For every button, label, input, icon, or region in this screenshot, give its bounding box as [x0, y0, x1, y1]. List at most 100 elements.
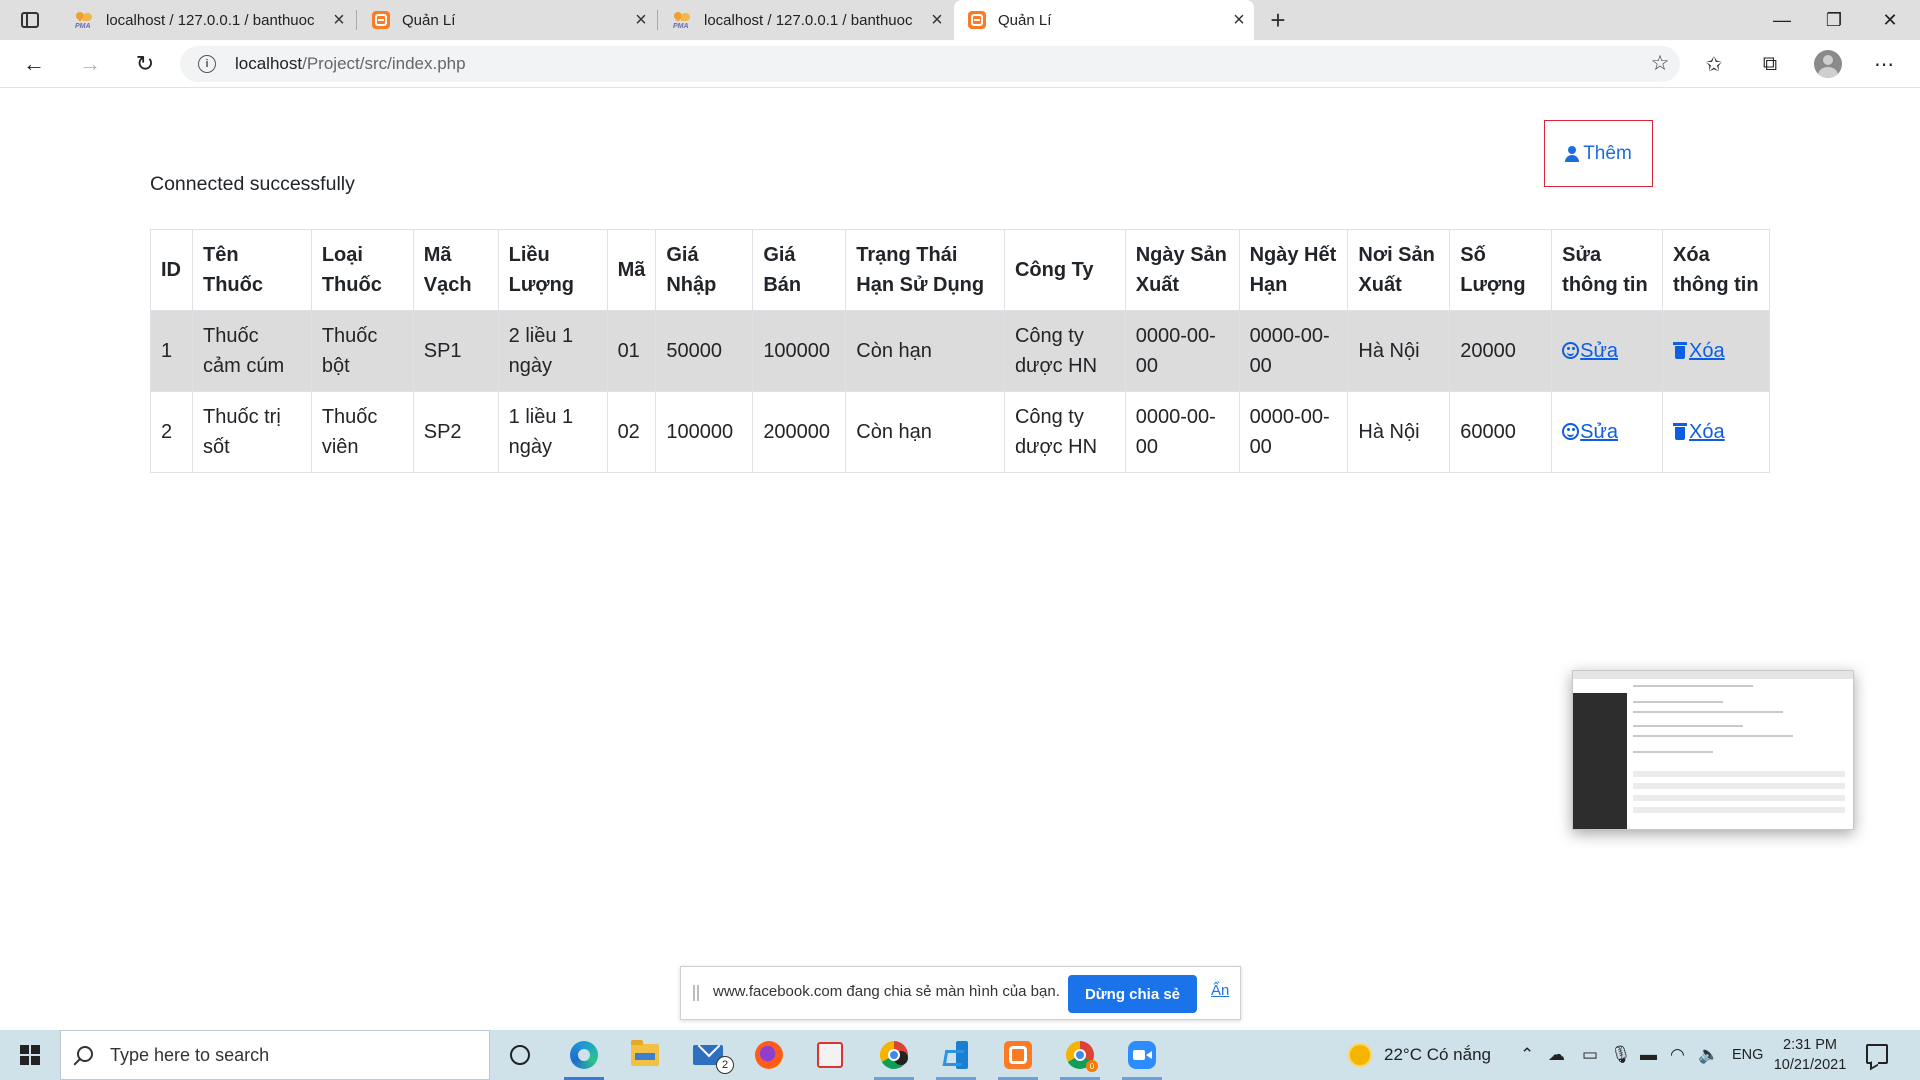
drag-handle-icon[interactable] [693, 985, 699, 1001]
tab-phpmyadmin-1[interactable]: PMA localhost / 127.0.0.1 / banthuoc × [60, 0, 354, 40]
header-ngay-san-xuat: Ngày Sản Xuất [1124, 229, 1240, 311]
search-icon [77, 1046, 93, 1062]
cell-loai-thuoc: Thuốc bột [310, 310, 414, 392]
device-tray[interactable]: ▭ [1582, 1030, 1598, 1080]
drug-table: ID Tên Thuốc Loại Thuốc Mã Vạch Liều Lượ… [150, 229, 1770, 473]
preview-line [1633, 685, 1753, 687]
taskbar-chrome-profile[interactable] [866, 1030, 922, 1080]
preview-row [1633, 771, 1845, 777]
connection-status: Connected successfully [150, 173, 355, 195]
cortana-icon [510, 1045, 530, 1065]
edit-link[interactable]: Sửa [1562, 340, 1618, 362]
site-info-icon[interactable]: i [198, 55, 216, 73]
microphone-icon: 🎙 [1610, 1045, 1632, 1064]
refresh-button[interactable]: ↻ [127, 48, 163, 80]
speaker-icon: 🔈 [1698, 1045, 1720, 1064]
weather-widget[interactable]: 22°C Có nắng [1350, 1030, 1491, 1080]
tab-actions-button[interactable] [10, 7, 50, 33]
stop-sharing-button[interactable]: Dừng chia sẻ [1068, 975, 1197, 1013]
cell-ngay-het-han: 0000-00-00 [1238, 310, 1349, 392]
taskbar-firefox[interactable] [741, 1030, 797, 1080]
show-hidden-icons[interactable]: ⌃ [1520, 1030, 1534, 1080]
new-tab-button[interactable]: + [1262, 4, 1294, 36]
battery-tray[interactable]: ▬ [1640, 1030, 1657, 1080]
header-id: ID [150, 229, 193, 311]
share-message: www.facebook.com đang chia sẻ màn hình c… [713, 983, 1060, 1000]
table-row: 2 Thuốc trị sốt Thuốc viên SP2 1 liều 1 … [150, 391, 1770, 473]
header-ngay-het-han: Ngày Hết Hạn [1238, 229, 1349, 311]
tab-quan-li-1[interactable]: Quản Lí × [358, 0, 656, 40]
collections-button[interactable]: ⧉ [1750, 48, 1790, 80]
close-icon[interactable]: × [1224, 9, 1254, 32]
taskbar-chrome[interactable]: 0 [1052, 1030, 1108, 1080]
start-button[interactable] [0, 1030, 60, 1080]
taskbar-tool-app[interactable] [802, 1030, 858, 1080]
cell-ten-thuoc: Thuốc cảm cúm [191, 310, 312, 392]
tab-title: localhost / 127.0.0.1 / banthuoc [106, 11, 315, 29]
cortana-button[interactable] [492, 1030, 548, 1080]
header-loai-thuoc: Loại Thuốc [310, 229, 414, 311]
cell-noi-san-xuat: Hà Nội [1347, 310, 1451, 392]
profile-avatar[interactable] [1814, 50, 1842, 78]
delete-label: Xóa [1689, 340, 1725, 362]
delete-link[interactable]: Xóa [1673, 421, 1725, 443]
cell-cong-ty: Công ty dược HN [1003, 391, 1126, 473]
wifi-tray[interactable]: ◠ [1670, 1030, 1685, 1080]
smile-icon [1562, 342, 1580, 359]
cell-cong-ty: Công ty dược HN [1003, 310, 1126, 392]
add-button[interactable]: Thêm [1544, 120, 1653, 187]
taskbar-file-explorer[interactable] [617, 1030, 673, 1080]
address-bar[interactable]: i localhost/Project/src/index.php ☆ [180, 46, 1680, 82]
back-button[interactable]: ← [16, 48, 52, 80]
restore-button[interactable]: ❐ [1804, 0, 1864, 40]
cell-gia-nhap: 50000 [655, 310, 754, 392]
forward-button[interactable]: → [72, 48, 108, 80]
add-favorite-icon[interactable]: ☆ [1648, 52, 1672, 76]
header-ma-vach: Mã Vạch [412, 229, 499, 311]
search-placeholder: Type here to search [110, 1045, 270, 1065]
notification-icon[interactable] [1866, 1044, 1888, 1064]
taskbar-mail[interactable]: 2 [680, 1030, 736, 1080]
taskbar-zoom[interactable] [1114, 1030, 1170, 1080]
settings-menu-button[interactable]: ⋯ [1864, 48, 1904, 80]
system-clock[interactable]: 2:31 PM 10/21/2021 [1764, 1035, 1856, 1075]
edit-label: Sửa [1580, 421, 1619, 443]
cloud-icon: ☁ [1548, 1045, 1565, 1064]
cell-ngay-san-xuat: 0000-00-00 [1124, 310, 1240, 392]
cell-ngay-het-han: 0000-00-00 [1238, 391, 1349, 473]
window-close-button[interactable]: ✕ [1860, 0, 1920, 40]
close-icon[interactable]: × [324, 9, 354, 32]
preview-line [1633, 751, 1713, 753]
tool-app-icon [817, 1042, 843, 1068]
delete-link[interactable]: Xóa [1673, 340, 1725, 362]
cell-lieu-luong: 2 liều 1 ngày [497, 310, 608, 392]
phpmyadmin-icon: PMA [672, 10, 692, 30]
minimize-button[interactable]: — [1752, 0, 1812, 40]
language-indicator[interactable]: ENG [1732, 1030, 1763, 1080]
preview-sidebar [1573, 693, 1627, 829]
taskbar-vscode[interactable] [928, 1030, 984, 1080]
cell-gia-nhap: 100000 [655, 391, 754, 473]
header-lieu-luong: Liều Lượng [497, 229, 608, 311]
taskbar-xampp[interactable] [990, 1030, 1046, 1080]
screen-share-preview[interactable] [1572, 670, 1854, 830]
url-text[interactable]: localhost/Project/src/index.php [235, 54, 466, 74]
header-cong-ty: Công Ty [1003, 229, 1126, 311]
volume-tray[interactable]: 🔈 [1698, 1030, 1719, 1080]
preview-line [1633, 725, 1743, 727]
page-content: Thêm Connected successfully ID Tên Thuốc… [0, 88, 1920, 1030]
taskbar-search[interactable]: Type here to search [60, 1030, 490, 1080]
firefox-icon [755, 1041, 783, 1069]
cell-ma-vach: SP1 [412, 310, 499, 392]
close-icon[interactable]: × [626, 9, 656, 32]
hide-link[interactable]: Ẩn [1211, 982, 1229, 999]
close-icon[interactable]: × [922, 9, 952, 32]
edit-link[interactable]: Sửa [1562, 421, 1618, 443]
sun-icon [1350, 1045, 1370, 1065]
taskbar-edge[interactable] [556, 1030, 612, 1080]
tab-quan-li-active[interactable]: Quản Lí × [954, 0, 1254, 40]
microphone-tray[interactable]: 🎙 [1610, 1030, 1632, 1080]
favorites-button[interactable]: ✩ [1694, 48, 1734, 80]
tab-phpmyadmin-2[interactable]: PMA localhost / 127.0.0.1 / banthuoc × [658, 0, 952, 40]
onedrive-tray[interactable]: ☁ [1548, 1030, 1565, 1080]
